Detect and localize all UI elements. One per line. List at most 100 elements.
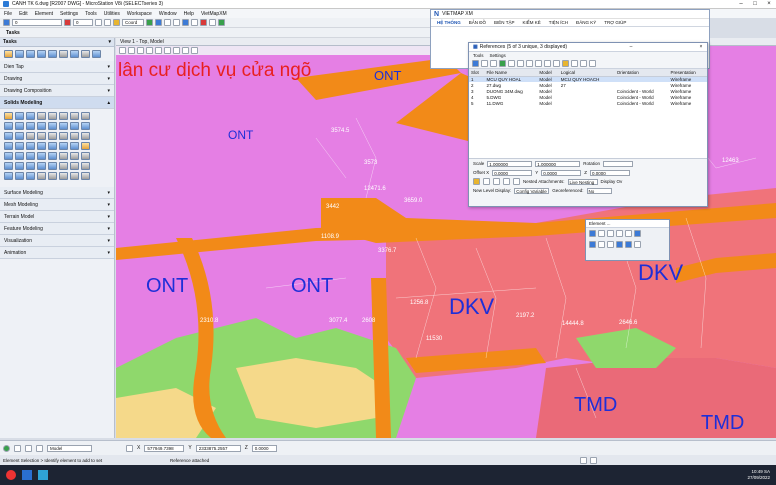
raster-icon[interactable] [191, 19, 198, 26]
view-previous-icon[interactable] [182, 47, 189, 54]
solid-select-icon[interactable] [4, 112, 13, 120]
menu-tools[interactable]: Tools [473, 53, 484, 58]
solid-blank-icon[interactable] [70, 152, 79, 160]
minimize-icon[interactable]: – [625, 44, 637, 50]
element-toolbox-title-bar[interactable]: Element ... [586, 220, 669, 228]
section-drawing[interactable]: Drawing ▾ [0, 73, 114, 85]
extrude-icon[interactable] [81, 122, 90, 130]
element-line-icon[interactable] [598, 230, 605, 237]
solid-blank-icon[interactable] [37, 172, 46, 180]
rotation-input[interactable] [603, 160, 634, 167]
copy-icon[interactable] [70, 50, 79, 58]
element-rotate-icon[interactable] [607, 241, 614, 248]
menu-edit[interactable]: Edit [19, 11, 28, 17]
element-info-icon[interactable] [634, 230, 641, 237]
solid-blank-icon[interactable] [48, 132, 57, 140]
section-solids-modeling[interactable]: Solids Modeling ▴ [0, 97, 114, 109]
line-style-icon[interactable] [95, 19, 102, 26]
solid-blank-icon[interactable] [37, 132, 46, 140]
section-mesh-modeling[interactable]: Mesh Modeling ▾ [0, 199, 114, 211]
cut-icon[interactable] [37, 142, 46, 150]
solid-blank-icon[interactable] [81, 132, 90, 140]
design-file-status-icon[interactable] [590, 456, 597, 464]
scale-master-input[interactable]: 1.000000 [487, 160, 533, 167]
snap-icon[interactable] [113, 19, 120, 26]
solid-arc-icon[interactable] [26, 112, 35, 120]
vietmap-icon[interactable] [38, 470, 48, 480]
primitive-icon[interactable] [70, 122, 79, 130]
model-icon[interactable] [36, 444, 43, 452]
mirror-reference-icon[interactable] [526, 60, 533, 67]
menu-tools[interactable]: Tools [85, 11, 97, 17]
torus-icon[interactable] [48, 122, 57, 130]
solid-blank-icon[interactable] [48, 112, 57, 120]
section-icon[interactable] [26, 172, 35, 180]
references-icon[interactable] [182, 19, 189, 26]
color-combo[interactable]: 0 [73, 19, 93, 26]
element-arc-icon[interactable] [625, 230, 632, 237]
menu-utilities[interactable]: Utilities [104, 11, 120, 17]
tab-dang-ky[interactable]: ĐĂNG KÝ [576, 20, 596, 25]
make-direct-icon[interactable] [580, 60, 587, 67]
view-next-icon[interactable] [191, 47, 198, 54]
offset-z-input[interactable]: 0.0000 [589, 169, 630, 176]
intersect-icon[interactable] [15, 142, 24, 150]
scale-reference-icon[interactable] [508, 60, 515, 67]
fence-icon[interactable] [155, 19, 162, 26]
detach-icon[interactable] [481, 60, 488, 67]
loft-icon[interactable] [15, 132, 24, 140]
element-copy-icon[interactable] [598, 241, 605, 248]
solid-blank-icon[interactable] [70, 132, 79, 140]
revolve-icon[interactable] [4, 132, 13, 140]
true-scale-icon[interactable] [503, 178, 510, 185]
z-coordinate[interactable]: 0.0000 [251, 444, 277, 452]
convert-icon[interactable] [15, 162, 24, 170]
attach-icon[interactable] [472, 60, 479, 67]
close-icon[interactable]: × [695, 44, 707, 50]
section-animation[interactable]: Animation ▾ [0, 247, 114, 259]
align-icon[interactable] [37, 152, 46, 160]
new-level-display-select[interactable]: Config Variable [514, 187, 550, 194]
union-icon[interactable] [4, 142, 13, 150]
measure-icon[interactable] [164, 19, 171, 26]
move-icon[interactable] [59, 50, 68, 58]
element-select-icon[interactable] [589, 230, 596, 237]
solid-blank-icon[interactable] [59, 132, 68, 140]
place-line-icon[interactable] [15, 50, 24, 58]
minimize-icon[interactable]: – [734, 1, 748, 7]
georeferenced-select[interactable]: No [586, 187, 612, 194]
accudraw-icon[interactable] [146, 19, 153, 26]
level-combo[interactable]: 0 [12, 19, 62, 26]
menu-window[interactable]: Window [159, 11, 177, 17]
tasks-header[interactable]: Tasks ▾ [0, 38, 114, 47]
menu-settings[interactable]: Settings [490, 53, 506, 58]
slab-icon[interactable] [4, 122, 13, 130]
section-dien-tap[interactable]: Dien Tap ▾ [0, 61, 114, 73]
move-reference-icon[interactable] [499, 60, 506, 67]
level-manager-icon[interactable] [173, 19, 180, 26]
solid-blank-icon[interactable] [26, 132, 35, 140]
copy-attachment-icon[interactable] [589, 60, 596, 67]
rotate-reference-icon[interactable] [517, 60, 524, 67]
element-circle-icon[interactable] [616, 230, 623, 237]
solid-blank-icon[interactable] [37, 112, 46, 120]
section-feature-modeling[interactable]: Feature Modeling ▾ [0, 223, 114, 235]
color-icon[interactable] [64, 19, 71, 26]
previous-icon[interactable] [14, 444, 21, 452]
lock-icon[interactable] [126, 444, 133, 452]
zoom-in-icon[interactable] [128, 47, 135, 54]
references-title-bar[interactable]: ▦ References (5 of 3 unique, 3 displayed… [469, 43, 707, 52]
cone-icon[interactable] [37, 122, 46, 130]
solid-blank-icon[interactable] [59, 152, 68, 160]
place-block-icon[interactable] [37, 50, 46, 58]
render-icon[interactable] [200, 19, 207, 26]
element-scale-icon[interactable] [616, 241, 623, 248]
menu-element[interactable]: Element [35, 11, 53, 17]
coord-combo[interactable]: Coord [122, 19, 144, 26]
chevron-down-icon[interactable]: ▾ [108, 39, 111, 45]
modify-icon[interactable] [92, 50, 101, 58]
window-area-icon[interactable] [146, 47, 153, 54]
column-header[interactable]: Presentation [668, 69, 707, 77]
tab-kiem-ke[interactable]: KIỂM KÊ [522, 20, 540, 25]
mesh-icon[interactable] [4, 162, 13, 170]
